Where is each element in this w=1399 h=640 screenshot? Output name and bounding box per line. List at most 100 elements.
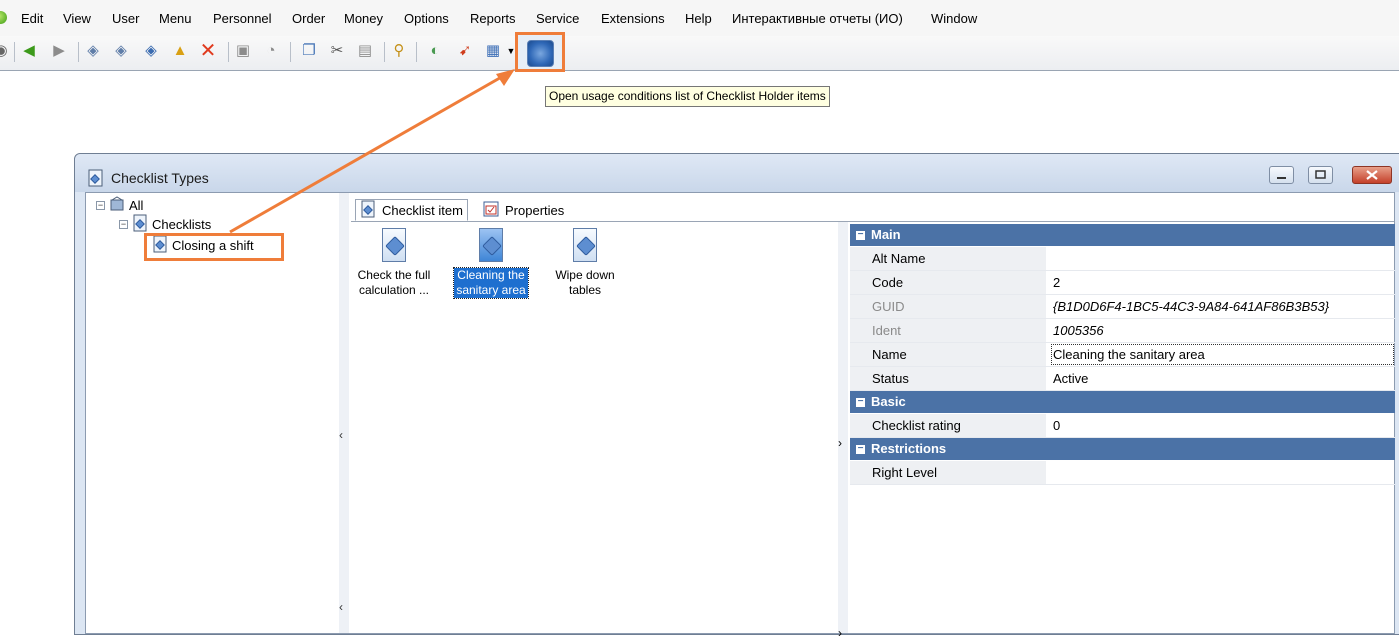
property-row-name[interactable]: Name Cleaning the sanitary area xyxy=(850,343,1395,367)
right-splitter[interactable]: › › xyxy=(838,222,848,640)
tree-node-checklists[interactable]: − Checklists xyxy=(119,214,211,233)
item-label: Wipe down tables xyxy=(555,268,615,297)
close-button[interactable] xyxy=(1352,166,1392,184)
minimize-button[interactable] xyxy=(1269,166,1294,184)
left-splitter[interactable]: ‹ ‹ xyxy=(339,193,349,633)
edit-icon[interactable]: ◈ xyxy=(142,42,160,60)
property-name: Alt Name xyxy=(850,247,1046,270)
window-title-bar[interactable]: Checklist Types xyxy=(75,154,1399,192)
menu-money[interactable]: Money xyxy=(344,11,383,26)
list-item[interactable]: Wipe down tables xyxy=(540,228,630,298)
chevron-left-icon[interactable]: ‹ xyxy=(339,600,343,614)
collapse-icon[interactable]: − xyxy=(119,219,128,229)
checklist-icon xyxy=(87,169,105,190)
collapse-icon[interactable]: − xyxy=(96,200,105,210)
menu-options[interactable]: Options xyxy=(404,11,449,26)
menu-interactive-reports[interactable]: Интерактивные отчеты (ИО) xyxy=(732,11,903,26)
tree-node-all[interactable]: − All xyxy=(96,195,143,215)
list-item[interactable]: Cleaning the sanitary area xyxy=(446,228,536,299)
property-name: Checklist rating xyxy=(850,414,1046,437)
menu-personnel[interactable]: Personnel xyxy=(213,11,272,26)
property-value[interactable] xyxy=(1050,247,1395,270)
property-row-checklist-rating[interactable]: Checklist rating 0 xyxy=(850,414,1395,438)
usage-conditions-button[interactable] xyxy=(515,32,565,72)
property-row-guid[interactable]: GUID {B1D0D6F4-1BC5-44C3-9A84-641AF86B3B… xyxy=(850,295,1395,319)
refresh-icon[interactable]: ◉ xyxy=(0,42,10,60)
property-value[interactable]: 2 xyxy=(1050,271,1395,294)
property-row-status[interactable]: Status Active xyxy=(850,367,1395,391)
chevron-right-icon[interactable]: › xyxy=(838,436,842,450)
property-name: Name xyxy=(850,343,1046,366)
property-value[interactable]: 0 xyxy=(1050,414,1395,437)
section-main[interactable]: − Main xyxy=(850,224,1395,246)
toolbar-separator xyxy=(228,42,229,62)
menu-extensions[interactable]: Extensions xyxy=(601,11,665,26)
filter-icon[interactable]: ◐ xyxy=(426,42,444,60)
tab-properties[interactable]: Properties xyxy=(479,199,568,221)
property-value[interactable]: Active xyxy=(1050,367,1395,390)
menu-order[interactable]: Order xyxy=(292,11,325,26)
menu-reports[interactable]: Reports xyxy=(470,11,516,26)
property-name: GUID xyxy=(850,295,1046,318)
checklist-icon xyxy=(360,200,376,221)
cut-icon[interactable]: ✂ xyxy=(328,42,346,60)
maximize-button[interactable] xyxy=(1308,166,1333,184)
copy-icon[interactable]: ❐ xyxy=(300,42,318,60)
back-icon[interactable]: ◀ xyxy=(20,42,38,60)
item-label: Check the full calculation ... xyxy=(357,268,431,297)
tab-label: Properties xyxy=(505,202,565,218)
section-label: Basic xyxy=(871,394,906,409)
delete-icon[interactable]: ✕ xyxy=(199,41,217,61)
save-icon[interactable]: ▣ xyxy=(234,42,252,60)
toolbar-separator xyxy=(78,42,79,62)
view-mode-icon[interactable]: ▦ xyxy=(484,42,502,60)
app-icon xyxy=(0,11,7,24)
property-row-alt-name[interactable]: Alt Name xyxy=(850,247,1395,271)
toolbar-separator xyxy=(14,42,15,62)
item-label: Cleaning the sanitary area xyxy=(453,267,529,299)
menu-view[interactable]: View xyxy=(63,11,91,26)
paste-icon[interactable]: ▤ xyxy=(356,42,374,60)
property-value: 1005356 xyxy=(1053,323,1104,338)
checklist-item-icon xyxy=(479,228,503,262)
menu-bar: Edit View User Menu Personnel Order Mone… xyxy=(0,0,1399,36)
property-row-ident[interactable]: Ident 1005356 xyxy=(850,319,1395,343)
property-row-code[interactable]: Code 2 xyxy=(850,271,1395,295)
menu-edit[interactable]: Edit xyxy=(21,11,43,26)
checklist-item-icon xyxy=(382,228,406,262)
toolbar-separator xyxy=(290,42,291,62)
undo-icon[interactable]: ◔ xyxy=(262,42,280,60)
move-icon[interactable]: ➹ xyxy=(456,42,474,60)
export-icon[interactable]: ▲ xyxy=(171,42,189,60)
property-value[interactable] xyxy=(1050,461,1395,484)
toolbar-separator xyxy=(416,42,417,62)
menu-help[interactable]: Help xyxy=(685,11,712,26)
menu-window[interactable]: Window xyxy=(931,11,977,26)
property-value: {B1D0D6F4-1BC5-44C3-9A84-641AF86B3B53} xyxy=(1053,299,1330,314)
collapse-icon[interactable]: − xyxy=(856,229,865,240)
toolbar: ◉ ◀ ▶ ◈ ◈ ◈ ▲ ✕ ▣ ◔ ❐ ✂ ▤ ⚲ ◐ ➹ ▦ ▼ xyxy=(0,36,1399,71)
list-item[interactable]: Check the full calculation ... xyxy=(349,228,439,298)
section-basic[interactable]: − Basic xyxy=(850,391,1395,413)
menu-menu[interactable]: Menu xyxy=(159,11,192,26)
property-value[interactable]: Cleaning the sanitary area xyxy=(1050,343,1395,366)
new-item-icon[interactable]: ◈ xyxy=(84,42,102,60)
chevron-left-icon[interactable]: ‹ xyxy=(339,428,343,442)
tab-bar: Checklist item Properties xyxy=(351,193,1394,222)
menu-user[interactable]: User xyxy=(112,11,139,26)
checklist-types-window: Checklist Types − All − Checklists Closi… xyxy=(74,153,1399,640)
tab-checklist-item[interactable]: Checklist item xyxy=(355,199,468,221)
catalog-icon xyxy=(109,195,125,215)
new-group-icon[interactable]: ◈ xyxy=(112,42,130,60)
search-icon[interactable]: ⚲ xyxy=(390,42,408,60)
collapse-icon[interactable]: − xyxy=(856,396,865,407)
menu-service[interactable]: Service xyxy=(536,11,579,26)
collapse-icon[interactable]: − xyxy=(856,443,865,454)
property-row-right-level[interactable]: Right Level xyxy=(850,461,1395,485)
forward-icon[interactable]: ▶ xyxy=(50,42,68,60)
chevron-right-icon[interactable]: › xyxy=(838,626,842,640)
section-restrictions[interactable]: − Restrictions xyxy=(850,438,1395,460)
checklist-item-icon xyxy=(573,228,597,262)
tab-label: Checklist item xyxy=(382,202,463,218)
usage-conditions-icon xyxy=(527,40,554,67)
